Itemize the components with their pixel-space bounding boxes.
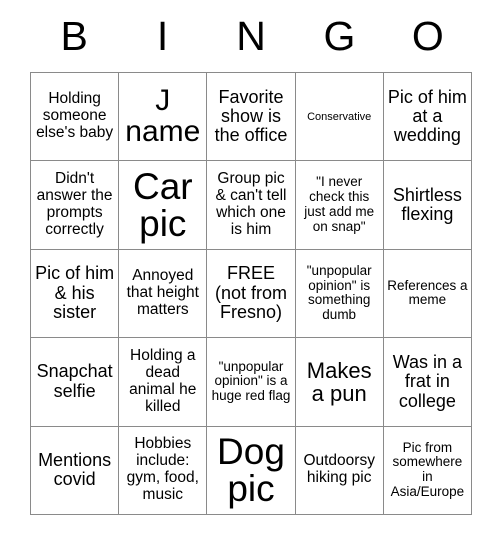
bingo-cell-text: FREE (not from Fresno) [214,263,287,323]
bingo-cell[interactable]: Pic of him at a wedding [383,73,472,162]
bingo-cell[interactable]: Holding a dead animal he killed [119,338,208,427]
bingo-header-letter-i: I [156,12,169,59]
bingo-cell-text: Was in a frat in college [392,351,463,411]
bingo-cell-text: Snapchat selfie [36,361,113,401]
bingo-cell-text: Shirtless flexing [392,184,462,225]
bingo-cell[interactable]: Group pic & can't tell which one is him [207,161,296,250]
bingo-cell-text: Conservative [307,110,372,123]
bingo-card: B I N G O Holding someone else's baby J … [0,0,500,544]
bingo-header-letter-g: G [323,12,356,59]
bingo-cell[interactable]: Didn't answer the prompts correctly [31,161,120,250]
bingo-cell[interactable]: Pic of him & his sister [31,249,120,339]
bingo-cell-text: "unpopular opinion" is a huge red flag [211,358,291,404]
bingo-header-letter-n: N [236,12,266,59]
bingo-cell-text: Pic of him & his sister [35,263,115,323]
bingo-cell[interactable]: Makes a pun [295,338,384,427]
bingo-cell[interactable]: "unpopular opinion" is a huge red flag [207,338,296,427]
bingo-cell-text: Holding a dead animal he killed [129,347,197,415]
bingo-cell[interactable]: Shirtless flexing [383,161,472,250]
bingo-cell[interactable]: Outdoorsy hiking pic [295,426,384,515]
bingo-cell[interactable]: Mentions covid [31,426,120,515]
bingo-cell-text: J name [125,84,201,148]
bingo-header-letter-b: B [60,12,88,59]
bingo-header-letter-o: O [411,12,444,59]
bingo-cell-text: References a meme [387,277,468,308]
bingo-cell-text: "I never check this just add me on snap" [304,174,375,234]
bingo-cell-text: Pic of him at a wedding [387,86,467,146]
bingo-cell[interactable]: Was in a frat in college [383,338,472,427]
bingo-cell-text: Holding someone else's baby [36,90,114,142]
bingo-cell-text: "unpopular opinion" is something dumb [306,262,372,323]
bingo-cell-text: Car pic [132,166,193,245]
bingo-cell-text: Makes a pun [306,357,372,406]
bingo-cell-text: Favorite show is the office [214,86,288,146]
bingo-cell[interactable]: "unpopular opinion" is something dumb [295,249,384,339]
bingo-cell-text: Pic from somewhere in Asia/Europe [390,439,465,500]
bingo-cell-text: Hobbies include: gym, food, music [126,435,199,504]
bingo-grid: Holding someone else's baby J name Favor… [30,72,472,515]
bingo-cell[interactable]: Car pic [119,161,208,250]
bingo-cell[interactable]: Pic from somewhere in Asia/Europe [383,426,472,515]
bingo-header: B I N G O [30,0,472,72]
bingo-cell-free[interactable]: FREE (not from Fresno) [207,249,296,339]
bingo-cell-text: Didn't answer the prompts correctly [36,170,113,238]
bingo-cell-text: Group pic & can't tell which one is him [215,170,287,238]
bingo-cell[interactable]: Dog pic [207,426,296,515]
bingo-cell[interactable]: Snapchat selfie [31,338,120,427]
bingo-cell[interactable]: J name [119,73,208,162]
bingo-cell[interactable]: Hobbies include: gym, food, music [119,426,208,515]
bingo-cell-text: Mentions covid [38,449,112,490]
bingo-cell[interactable]: References a meme [383,249,472,339]
bingo-cell-text: Dog pic [217,431,285,510]
bingo-cell-text: Annoyed that height matters [126,267,199,318]
bingo-cell[interactable]: Favorite show is the office [207,73,296,162]
bingo-cell[interactable]: Holding someone else's baby [31,73,120,162]
bingo-cell[interactable]: Conservative [295,73,384,162]
bingo-cell[interactable]: "I never check this just add me on snap" [295,161,384,250]
bingo-cell[interactable]: Annoyed that height matters [119,249,208,339]
bingo-cell-text: Outdoorsy hiking pic [303,452,375,487]
